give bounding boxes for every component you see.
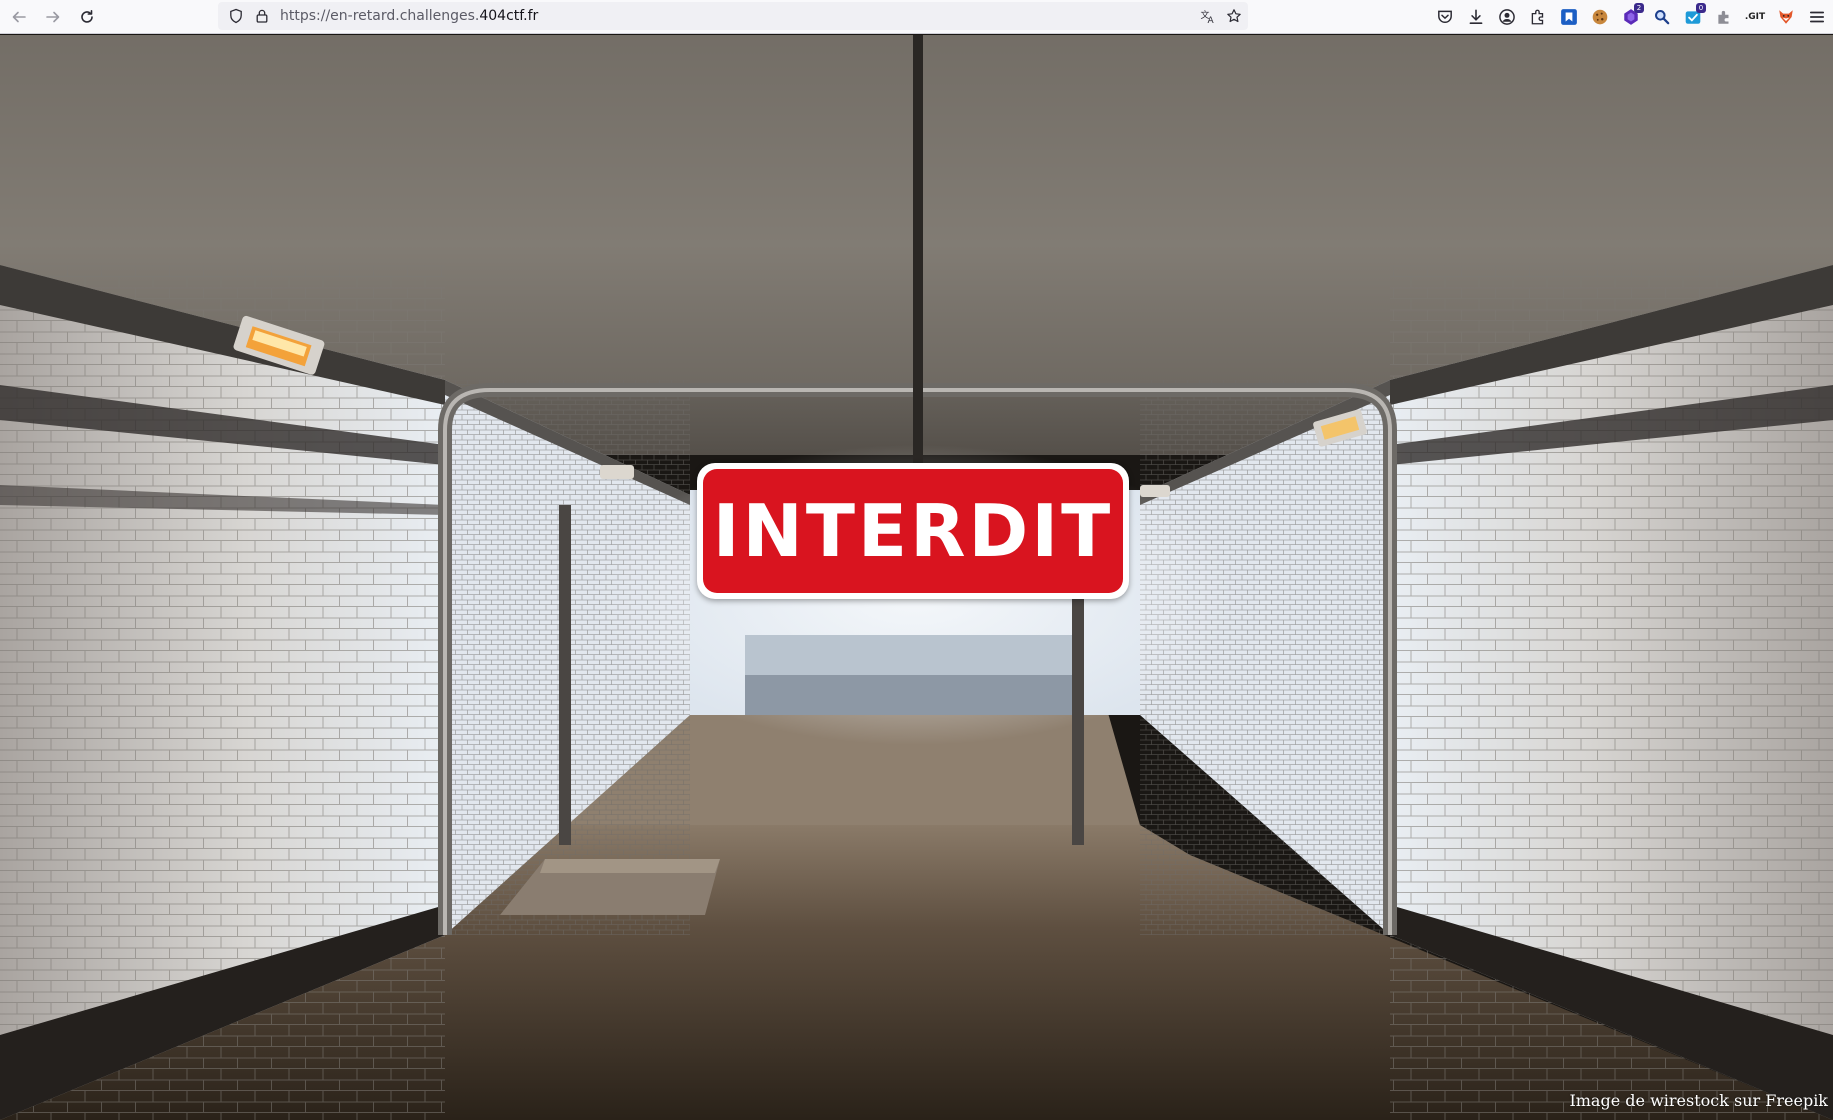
cookie-icon[interactable] bbox=[1590, 7, 1610, 27]
ext-badge-count: 0 bbox=[1696, 3, 1706, 13]
bookmark-star-icon[interactable] bbox=[1226, 8, 1242, 24]
url-bar[interactable]: https://en-retard.challenges.404ctf.fr 文… bbox=[218, 2, 1248, 30]
ext-purple-badge: 2 bbox=[1634, 3, 1644, 13]
page-viewport: INTERDIT Image de wirestock sur Freepik bbox=[0, 35, 1833, 1120]
fox-icon[interactable] bbox=[1776, 7, 1796, 27]
translate-icon[interactable]: 文A bbox=[1200, 8, 1216, 24]
url-prefix: https://en-retard.challenges. bbox=[280, 8, 480, 24]
url-text[interactable]: https://en-retard.challenges.404ctf.fr bbox=[280, 8, 538, 24]
browser-toolbar: https://en-retard.challenges.404ctf.fr 文… bbox=[0, 0, 1833, 34]
magnifier-icon[interactable] bbox=[1652, 7, 1672, 27]
sign-panel: INTERDIT bbox=[703, 469, 1123, 593]
interdit-sign: INTERDIT bbox=[697, 463, 1129, 599]
git-icon[interactable]: .GIT bbox=[1745, 7, 1765, 27]
reload-icon bbox=[81, 9, 93, 23]
ext-blue-square-icon[interactable] bbox=[1559, 7, 1579, 27]
menu-icon[interactable] bbox=[1807, 7, 1827, 27]
svg-text:A: A bbox=[1208, 16, 1215, 24]
pocket-icon[interactable] bbox=[1435, 7, 1455, 27]
extensions-bar: 2 0 .GIT bbox=[1435, 2, 1827, 32]
image-credit: Image de wirestock sur Freepik bbox=[1569, 1091, 1828, 1110]
ext-purple-icon[interactable]: 2 bbox=[1621, 3, 1644, 27]
account-icon[interactable] bbox=[1497, 7, 1517, 27]
ext-badge-icon[interactable]: 0 bbox=[1683, 3, 1706, 27]
extensions-icon[interactable] bbox=[1528, 7, 1548, 27]
arrow-right-icon bbox=[46, 11, 60, 22]
forward-button[interactable] bbox=[38, 2, 68, 32]
lock-icon[interactable] bbox=[254, 8, 270, 24]
back-button[interactable] bbox=[4, 2, 34, 32]
url-domain: 404ctf.fr bbox=[479, 8, 539, 24]
shield-icon[interactable] bbox=[228, 8, 244, 24]
arrow-left-icon bbox=[12, 11, 26, 22]
puzzle-gray-icon[interactable] bbox=[1714, 7, 1734, 27]
download-icon[interactable] bbox=[1466, 7, 1486, 27]
sign-text: INTERDIT bbox=[712, 489, 1114, 573]
reload-button[interactable] bbox=[72, 2, 102, 32]
